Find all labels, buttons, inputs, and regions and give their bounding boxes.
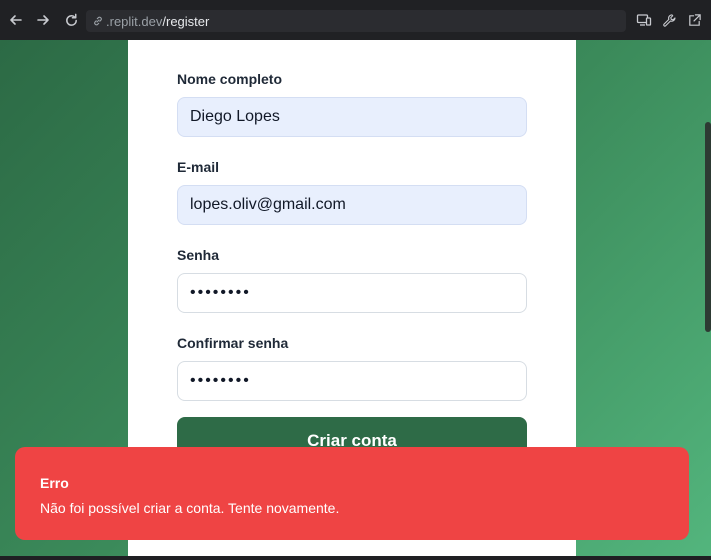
confirm-password-input[interactable] (177, 361, 527, 401)
wrench-icon[interactable] (660, 11, 678, 29)
toast-title: Erro (40, 475, 69, 491)
toast-message: Não foi possível criar a conta. Tente no… (40, 500, 340, 516)
password-input[interactable] (177, 273, 527, 313)
scrollbar-thumb[interactable] (705, 122, 711, 332)
browser-toolbar: .replit.dev/register (0, 0, 711, 40)
arrow-left-icon[interactable] (6, 10, 26, 30)
url-host: .replit.dev (106, 13, 163, 29)
confirm-password-label: Confirmar senha (177, 335, 289, 351)
arrow-right-icon[interactable] (33, 10, 53, 30)
window-bottom-edge (0, 556, 711, 560)
full-name-label: Nome completo (177, 71, 283, 87)
full-name-input[interactable] (177, 97, 527, 137)
url-path: /register (162, 13, 210, 29)
email-input[interactable] (177, 185, 527, 225)
external-link-icon[interactable] (685, 11, 703, 29)
email-label: E-mail (177, 159, 220, 175)
link-icon (92, 15, 104, 27)
address-bar[interactable]: .replit.dev/register (86, 10, 626, 32)
password-label: Senha (177, 247, 220, 263)
error-toast: Erro Não foi possível criar a conta. Ten… (15, 447, 689, 540)
devices-icon[interactable] (635, 11, 653, 29)
reload-icon[interactable] (61, 10, 81, 30)
